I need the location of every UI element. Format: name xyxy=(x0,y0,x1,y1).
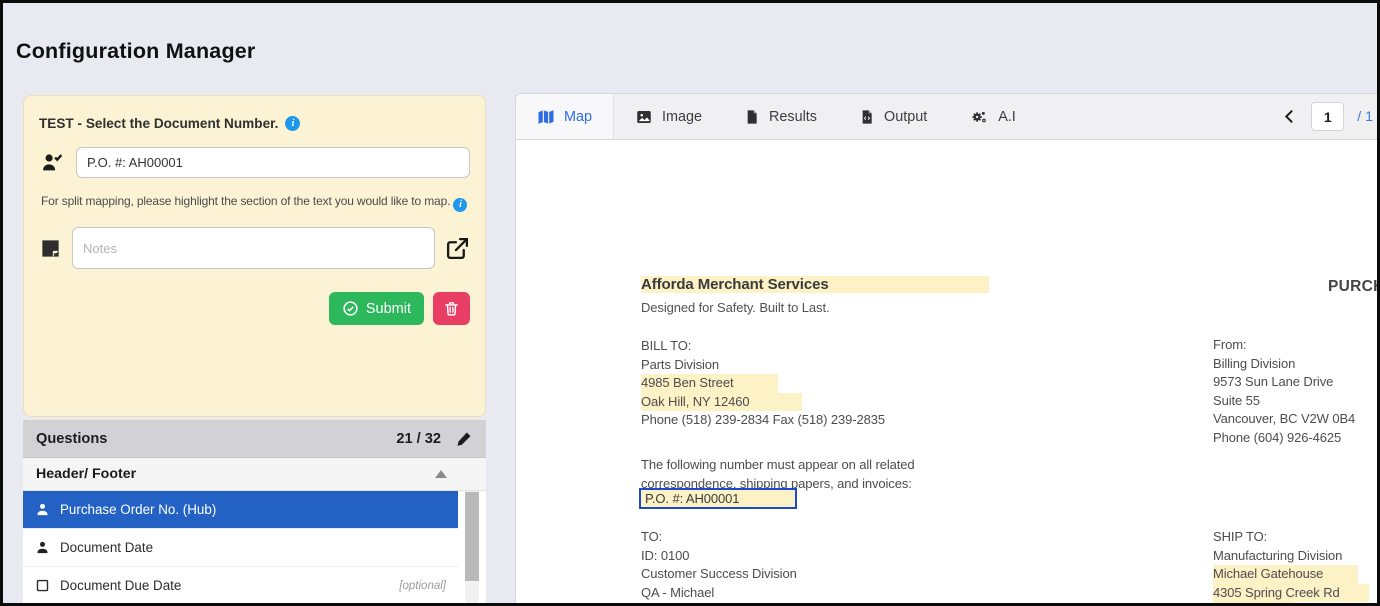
question-card: TEST - Select the Document Number. i For… xyxy=(23,95,486,417)
user-icon xyxy=(35,502,50,517)
submit-button[interactable]: Submit xyxy=(329,292,424,325)
question-item-document-due-date[interactable]: Document Due Date [optional] xyxy=(23,567,458,605)
doc-company-name: Afforda Merchant Services xyxy=(641,276,989,293)
questions-title: Questions xyxy=(36,431,107,447)
app-window: Configuration Manager TEST - Select the … xyxy=(0,0,1380,606)
document-number-input[interactable] xyxy=(76,147,470,178)
optional-badge: [optional] xyxy=(399,580,446,592)
list-scrollbar[interactable] xyxy=(465,491,479,606)
file-code-icon xyxy=(859,108,875,126)
user-icon xyxy=(35,540,50,555)
tab-image[interactable]: Image xyxy=(614,94,723,139)
tab-map[interactable]: Map xyxy=(516,94,614,139)
trash-icon xyxy=(443,300,460,317)
image-icon xyxy=(635,108,653,126)
doc-ship-to-block: SHIP TO: Manufacturing Division Michael … xyxy=(1213,528,1369,606)
question-item-document-date[interactable]: Document Date xyxy=(23,529,458,567)
document-viewer-panel: Map Image Results xyxy=(515,93,1380,606)
doc-purchase-heading: PURCHASE xyxy=(1328,278,1380,296)
doc-tagline: Designed for Safety. Built to Last. xyxy=(641,300,829,315)
tab-ai[interactable]: A.I xyxy=(948,94,1037,139)
info-icon[interactable]: i xyxy=(453,198,467,212)
page-title: Configuration Manager xyxy=(16,39,256,64)
scrollbar-thumb[interactable] xyxy=(465,492,479,581)
page-total: / 1 xyxy=(1357,109,1373,125)
sticky-note-icon xyxy=(39,237,62,260)
viewer-tabbar: Map Image Results xyxy=(516,94,1380,140)
tab-output[interactable]: Output xyxy=(838,94,948,139)
mapping-sidebar: TEST - Select the Document Number. i For… xyxy=(23,95,486,606)
page-navigation: 1 / 1 xyxy=(1281,94,1380,139)
file-icon xyxy=(744,108,760,126)
scroll-up-icon[interactable] xyxy=(435,470,447,478)
question-card-title: TEST - Select the Document Number. xyxy=(39,116,278,131)
edit-pencil-icon[interactable] xyxy=(456,430,473,447)
doc-to-block: TO: ID: 0100 Customer Success Division Q… xyxy=(641,528,797,606)
checkbox-icon xyxy=(35,578,50,593)
split-mapping-help-text: For split mapping, please highlight the … xyxy=(41,194,450,208)
user-check-icon xyxy=(39,151,66,175)
questions-count: 21 / 32 xyxy=(396,431,441,447)
check-circle-icon xyxy=(342,300,359,317)
page-number-input[interactable]: 1 xyxy=(1311,102,1344,131)
map-icon xyxy=(537,108,555,126)
notes-input[interactable] xyxy=(72,227,435,269)
questions-list: Header/ Footer Purchase Order No. (Hub) … xyxy=(23,457,486,606)
info-icon[interactable]: i xyxy=(285,116,300,131)
doc-bill-to-block: BILL TO: Parts Division 4985 Ben Street … xyxy=(641,337,885,430)
question-item-purchase-order[interactable]: Purchase Order No. (Hub) xyxy=(23,491,458,529)
delete-button[interactable] xyxy=(433,292,470,325)
external-link-icon[interactable] xyxy=(445,236,470,261)
document-preview: Afforda Merchant Services Designed for S… xyxy=(516,140,1380,606)
questions-header: Questions 21 / 32 xyxy=(23,420,486,457)
question-group-header: Header/ Footer xyxy=(23,458,486,491)
doc-po-number-selection[interactable]: P.O. #: AH00001 xyxy=(639,488,797,509)
tab-results[interactable]: Results xyxy=(723,94,838,139)
chevron-left-icon[interactable] xyxy=(1281,108,1298,125)
doc-from-block: From: Billing Division 9573 Sun Lane Dri… xyxy=(1213,336,1355,448)
gears-icon xyxy=(969,108,989,126)
